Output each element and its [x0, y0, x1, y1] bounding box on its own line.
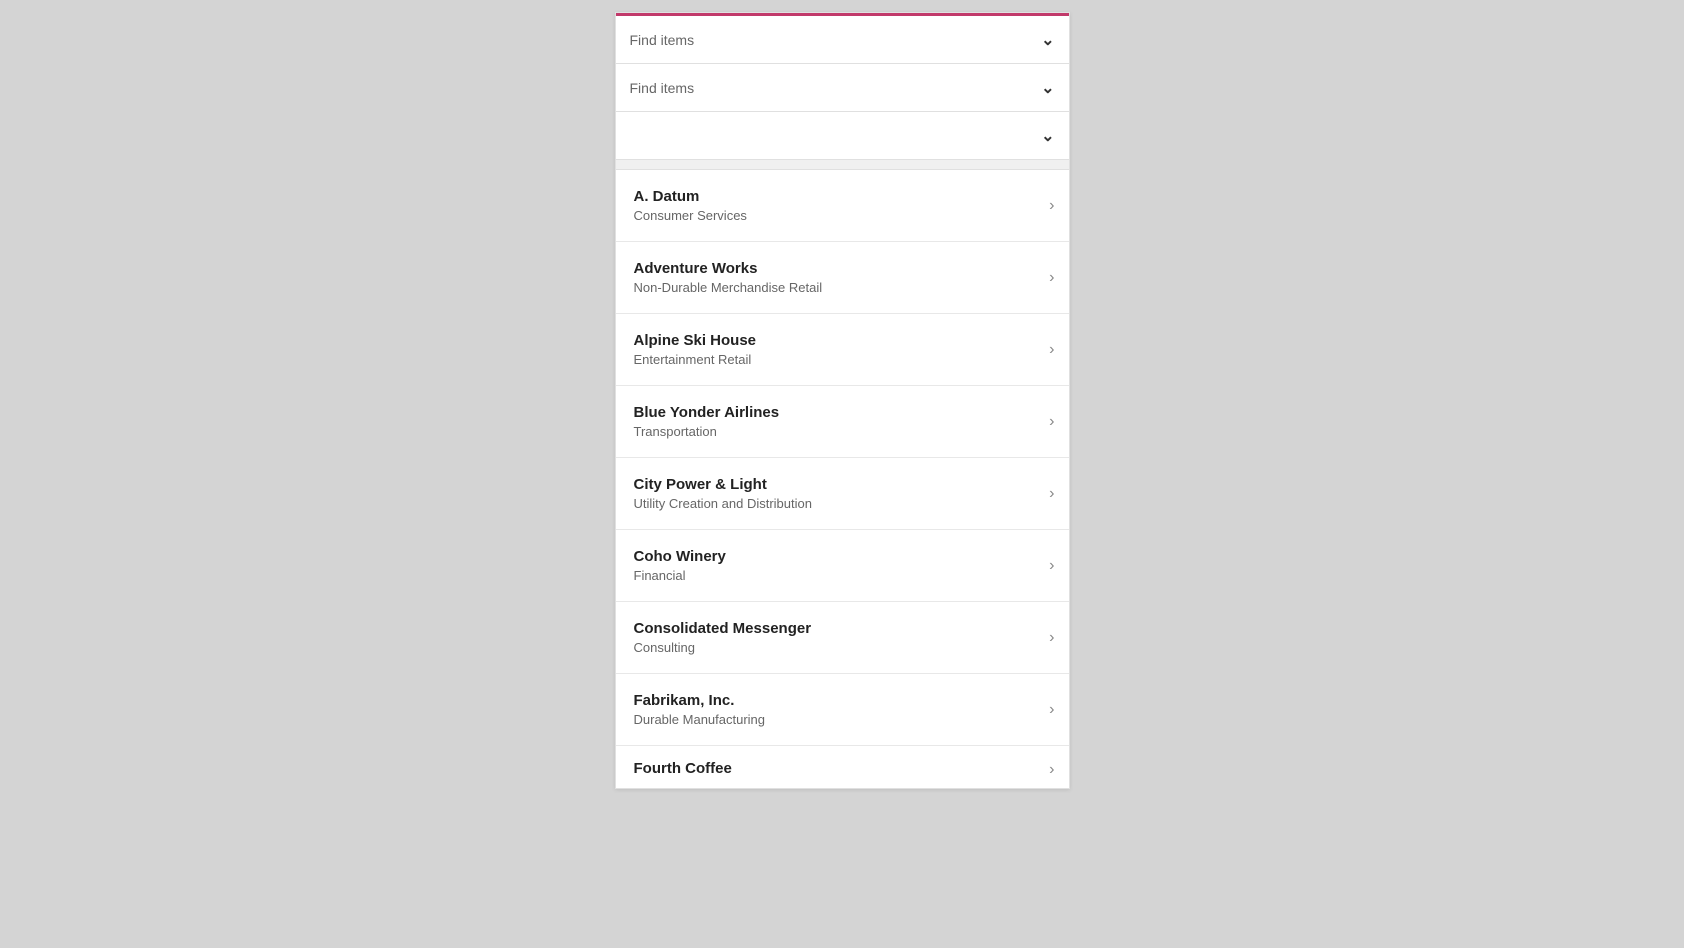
list-item-a-datum[interactable]: A. Datum Consumer Services ›: [616, 170, 1069, 242]
chevron-right-icon-fourth-coffee: ›: [1049, 761, 1054, 779]
list-item-category-consolidated-messenger: Consulting: [634, 640, 1042, 655]
filter-1-text: Find items: [630, 32, 695, 48]
list-item-city-power-light[interactable]: City Power & Light Utility Creation and …: [616, 458, 1069, 530]
list-item-content-blue-yonder-airlines: Blue Yonder Airlines Transportation: [634, 404, 1042, 439]
filter-dropdown-3[interactable]: ⌄: [616, 112, 1069, 160]
chevron-right-icon-consolidated-messenger: ›: [1049, 629, 1054, 647]
chevron-right-icon-city-power-light: ›: [1049, 485, 1054, 503]
chevron-right-icon-fabrikam-inc: ›: [1049, 701, 1054, 719]
chevron-down-icon-3: ⌄: [1041, 126, 1054, 146]
list-item-category-adventure-works: Non-Durable Merchandise Retail: [634, 280, 1042, 295]
chevron-right-icon-blue-yonder-airlines: ›: [1049, 413, 1054, 431]
list-item-category-alpine-ski-house: Entertainment Retail: [634, 352, 1042, 367]
list-item-category-coho-winery: Financial: [634, 568, 1042, 583]
list-item-category-fabrikam-inc: Durable Manufacturing: [634, 712, 1042, 727]
list-item-blue-yonder-airlines[interactable]: Blue Yonder Airlines Transportation ›: [616, 386, 1069, 458]
chevron-down-icon-2: ⌄: [1041, 78, 1054, 98]
filter-dropdown-2[interactable]: Find items ⌄: [616, 64, 1069, 112]
list-item-name-blue-yonder-airlines: Blue Yonder Airlines: [634, 404, 1042, 421]
list-item-content-coho-winery: Coho Winery Financial: [634, 548, 1042, 583]
chevron-right-icon-a-datum: ›: [1049, 197, 1054, 215]
list-item-fabrikam-inc[interactable]: Fabrikam, Inc. Durable Manufacturing ›: [616, 674, 1069, 746]
list-item-adventure-works[interactable]: Adventure Works Non-Durable Merchandise …: [616, 242, 1069, 314]
list-item-name-coho-winery: Coho Winery: [634, 548, 1042, 565]
chevron-down-icon-1: ⌄: [1041, 30, 1054, 50]
list-item-content-fourth-coffee: Fourth Coffee: [634, 760, 1042, 780]
list-item-content-city-power-light: City Power & Light Utility Creation and …: [634, 476, 1042, 511]
list-item-name-adventure-works: Adventure Works: [634, 260, 1042, 277]
list-item-name-a-datum: A. Datum: [634, 188, 1042, 205]
list-item-name-alpine-ski-house: Alpine Ski House: [634, 332, 1042, 349]
list-spacer: [616, 160, 1069, 170]
list-item-name-fabrikam-inc: Fabrikam, Inc.: [634, 692, 1042, 709]
main-panel: Find items ⌄ Find items ⌄ ⌄ A. Datum Con…: [615, 12, 1070, 789]
filter-dropdown-1[interactable]: Find items ⌄: [616, 16, 1069, 64]
chevron-right-icon-alpine-ski-house: ›: [1049, 341, 1054, 359]
accounts-list-container: A. Datum Consumer Services › Adventure W…: [616, 170, 1069, 788]
list-item-consolidated-messenger[interactable]: Consolidated Messenger Consulting ›: [616, 602, 1069, 674]
list-item-content-a-datum: A. Datum Consumer Services: [634, 188, 1042, 223]
list-item-name-fourth-coffee: Fourth Coffee: [634, 760, 1042, 777]
list-item-category-a-datum: Consumer Services: [634, 208, 1042, 223]
list-item-content-adventure-works: Adventure Works Non-Durable Merchandise …: [634, 260, 1042, 295]
list-item-coho-winery[interactable]: Coho Winery Financial ›: [616, 530, 1069, 602]
chevron-right-icon-adventure-works: ›: [1049, 269, 1054, 287]
list-item-name-city-power-light: City Power & Light: [634, 476, 1042, 493]
page-wrapper: Find items ⌄ Find items ⌄ ⌄ A. Datum Con…: [0, 0, 1684, 948]
list-item-alpine-ski-house[interactable]: Alpine Ski House Entertainment Retail ›: [616, 314, 1069, 386]
filter-2-text: Find items: [630, 80, 695, 96]
list-item-name-consolidated-messenger: Consolidated Messenger: [634, 620, 1042, 637]
list-item-content-alpine-ski-house: Alpine Ski House Entertainment Retail: [634, 332, 1042, 367]
chevron-right-icon-coho-winery: ›: [1049, 557, 1054, 575]
list-item-content-fabrikam-inc: Fabrikam, Inc. Durable Manufacturing: [634, 692, 1042, 727]
list-item-fourth-coffee[interactable]: Fourth Coffee ›: [616, 746, 1069, 788]
list-item-category-blue-yonder-airlines: Transportation: [634, 424, 1042, 439]
list-item-content-consolidated-messenger: Consolidated Messenger Consulting: [634, 620, 1042, 655]
accounts-list: A. Datum Consumer Services › Adventure W…: [616, 170, 1069, 788]
list-item-category-city-power-light: Utility Creation and Distribution: [634, 496, 1042, 511]
